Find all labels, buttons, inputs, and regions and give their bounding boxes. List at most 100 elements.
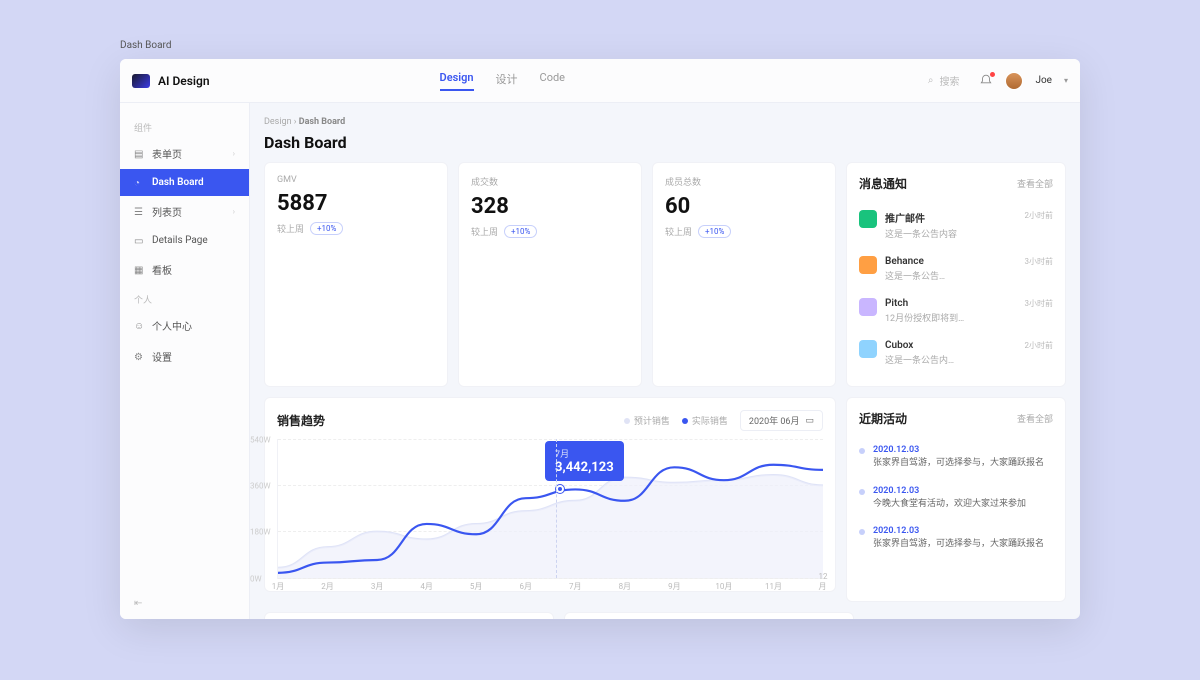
sidebar-item-label: 列表页	[152, 204, 182, 219]
stat-card-members: 成员总数 60 较上周 +10%	[652, 162, 836, 387]
activity-item[interactable]: 2020.12.03 张家界自驾游，可选择参与，大家踊跃报名	[859, 518, 1053, 559]
news-item[interactable]: Pitch12月份授权即将到… 3小时前	[859, 290, 1053, 332]
stat-delta: +10%	[698, 225, 731, 238]
news-item[interactable]: Behance 这是一条公告… 3小时前	[859, 248, 1053, 290]
brand-text: AI Design	[158, 74, 210, 88]
legend-actual[interactable]: 实际销售	[682, 414, 728, 427]
stat-delta: +10%	[310, 222, 343, 235]
trend-title: 销售趋势	[277, 412, 325, 429]
news-item-desc: 12月份授权即将到…	[885, 311, 1017, 324]
detail-icon: ▭	[134, 236, 144, 246]
activity-date: 2020.12.03	[873, 526, 1044, 536]
bell-icon[interactable]	[979, 74, 993, 88]
news-app-icon	[859, 256, 877, 274]
tooltip-value: 3,442,123	[555, 460, 614, 475]
stat-value: 60	[665, 194, 823, 219]
activity-item[interactable]: 2020.12.03 张家界自驾游，可选择参与，大家踊跃报名	[859, 437, 1053, 478]
sidebar-item-details[interactable]: ▭ Details Page	[120, 227, 249, 254]
stat-label: 成员总数	[665, 175, 823, 188]
sidebar-item-label: Details Page	[152, 235, 208, 246]
x-tick: 12月	[819, 572, 828, 592]
sidebar-item-profile[interactable]: ☺ 个人中心	[120, 310, 249, 341]
x-tick: 5月	[470, 581, 483, 592]
sidebar-item-settings[interactable]: ⚙ 设置	[120, 341, 249, 372]
user-area: Joe ▾	[979, 72, 1068, 90]
brand: AI Design	[132, 74, 210, 88]
news-item[interactable]: Cubox这是一条公告内… 2小时前	[859, 332, 1053, 374]
sidebar-item-lists[interactable]: ☰ 列表页 ›	[120, 196, 249, 227]
activity-date: 2020.12.03	[873, 445, 1044, 455]
legend-expected[interactable]: 预计销售	[624, 414, 670, 427]
topbar: AI Design Design 设计 Code ⌕ 搜索 Joe ▾	[120, 59, 1080, 103]
collapse-sidebar-button[interactable]: ⇤	[120, 588, 249, 619]
user-icon: ☺	[134, 321, 144, 331]
app-window: AI Design Design 设计 Code ⌕ 搜索 Joe ▾ 组件 ▤…	[120, 59, 1080, 619]
news-item-time: 2小时前	[1025, 210, 1054, 221]
activity-item[interactable]: 2020.12.03 今晚大食堂有活动，欢迎大家过来参加	[859, 478, 1053, 519]
date-picker-value: 2020年 06月	[749, 414, 800, 427]
x-tick: 10月	[715, 581, 732, 592]
sidebar-item-dashboard[interactable]: ◔ Dash Board	[120, 169, 249, 196]
sidebar-group-personal: 个人	[120, 285, 249, 310]
news-card: 消息通知 查看全部 推广邮件这是一条公告内容 2小时前 Behance这是一条公…	[846, 162, 1066, 387]
gauge-icon: ◔	[134, 178, 144, 188]
sidebar-item-label: 表单页	[152, 146, 182, 161]
avatar[interactable]	[1005, 72, 1023, 90]
news-item-name: Behance	[885, 256, 1017, 267]
tab-code[interactable]: Code	[540, 71, 565, 91]
sidebar-item-forms[interactable]: ▤ 表单页 ›	[120, 138, 249, 169]
sidebar-item-kanban[interactable]: ▦ 看板	[120, 254, 249, 285]
stat-delta-label: 较上周	[277, 222, 304, 235]
sidebar-item-label: Dash Board	[152, 177, 204, 188]
tab-design[interactable]: Design	[440, 71, 474, 91]
activity-date: 2020.12.03	[873, 486, 1026, 496]
activities-more-link[interactable]: 查看全部	[1017, 412, 1053, 425]
search-input[interactable]: ⌕ 搜索	[928, 73, 960, 88]
news-item-desc: 这是一条公告…	[885, 269, 1017, 282]
user-name: Joe	[1035, 75, 1052, 86]
news-item-time: 3小时前	[1025, 256, 1054, 267]
activity-text: 张家界自驾游，可选择参与，大家踊跃报名	[873, 457, 1044, 470]
calendar-card: 日历 2020年 ▾ 10月 ▾ 周日周日周日周日周日周日周日 29301234…	[264, 612, 554, 619]
projects-card: 项目管理 今日 本月 全年 项目名称 部门名称 操作	[564, 612, 854, 619]
news-item-name: 推广邮件	[885, 210, 1017, 225]
x-tick: 3月	[371, 581, 384, 592]
tab-sheji[interactable]: 设计	[496, 71, 518, 91]
news-more-link[interactable]: 查看全部	[1017, 177, 1053, 190]
activity-text: 今晚大食堂有活动，欢迎大家过来参加	[873, 498, 1026, 511]
sidebar-group-components: 组件	[120, 113, 249, 138]
activities-card: 近期活动 查看全部 2020.12.03张家界自驾游，可选择参与，大家踊跃报名 …	[846, 397, 1066, 602]
sidebar: 组件 ▤ 表单页 › ◔ Dash Board ☰ 列表页 › ▭ Detail…	[120, 103, 250, 619]
news-app-icon	[859, 340, 877, 358]
stat-label: 成交数	[471, 175, 629, 188]
news-item-desc: 这是一条公告内容	[885, 227, 1017, 240]
breadcrumb-root[interactable]: Design	[264, 117, 292, 127]
x-tick: 4月	[420, 581, 433, 592]
trend-card: 销售趋势 预计销售 实际销售 2020年 06月 ▭ 540W 360W	[264, 397, 836, 592]
stat-card-gmv: GMV 5887 较上周+10%	[264, 162, 448, 387]
x-tick: 2月	[321, 581, 334, 592]
stat-delta: +10%	[504, 225, 537, 238]
news-item[interactable]: 推广邮件这是一条公告内容 2小时前	[859, 202, 1053, 248]
page-title: Dash Board	[264, 133, 1066, 152]
sidebar-item-label: 看板	[152, 262, 172, 277]
calendar-icon: ▭	[805, 416, 814, 426]
activity-text: 张家界自驾游，可选择参与，大家踊跃报名	[873, 538, 1044, 551]
date-picker[interactable]: 2020年 06月 ▭	[740, 410, 823, 431]
trend-chart: 540W 360W 180W 0W 7月 3,442,123	[277, 439, 823, 579]
stat-delta-label: 较上周	[665, 225, 692, 238]
x-tick: 6月	[519, 581, 532, 592]
kanban-icon: ▦	[134, 265, 144, 275]
breadcrumb: Design › Dash Board	[264, 117, 1066, 127]
chevron-right-icon: ›	[233, 207, 235, 216]
activities-title: 近期活动	[859, 410, 907, 427]
file-icon: ▤	[134, 149, 144, 159]
stat-card-deals: 成交数 328 较上周+10%	[458, 162, 642, 387]
sidebar-item-label: 个人中心	[152, 318, 192, 333]
news-app-icon	[859, 298, 877, 316]
stat-value: 328	[471, 194, 629, 219]
chevron-down-icon[interactable]: ▾	[1064, 76, 1068, 85]
news-item-name: Pitch	[885, 298, 1017, 309]
x-tick: 1月	[272, 581, 285, 592]
gear-icon: ⚙	[134, 352, 144, 362]
